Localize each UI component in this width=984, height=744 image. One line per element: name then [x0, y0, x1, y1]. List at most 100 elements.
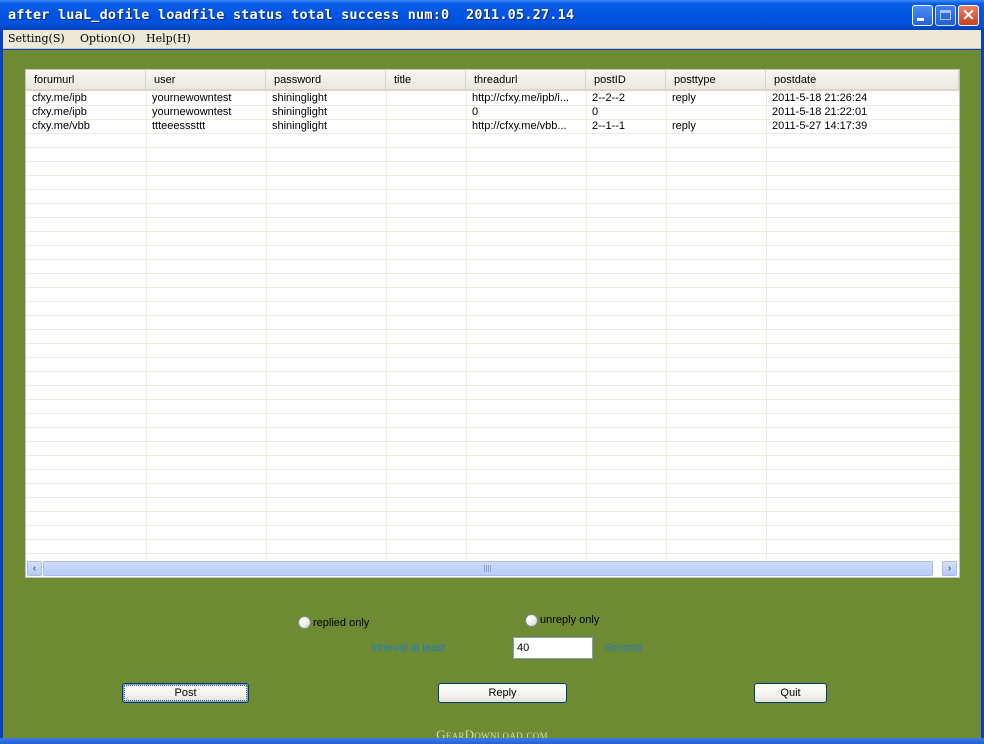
gridline	[26, 315, 959, 316]
maximize-icon	[940, 10, 951, 20]
cell-posttype	[666, 105, 766, 119]
gridline	[26, 469, 959, 470]
column-header-threadurl[interactable]: threadurl	[466, 70, 586, 89]
interval-input[interactable]	[513, 637, 593, 659]
gridline	[26, 343, 959, 344]
menu-bar: Setting(S) Option(O) Help(H)	[3, 30, 981, 49]
cell-user: yournewowntest	[152, 106, 232, 118]
cell-postdate: 2011-5-27 14:17:39	[772, 120, 868, 132]
replied-only-radio[interactable]	[298, 616, 311, 629]
maximize-button[interactable]	[935, 5, 956, 26]
gridline	[26, 189, 959, 190]
cell-postid: 2--1--1	[592, 120, 626, 132]
cell-threadurl: 0	[472, 106, 479, 118]
scrollbar-thumb[interactable]	[43, 561, 933, 576]
column-header-password[interactable]: password	[266, 70, 386, 89]
gridline	[26, 427, 959, 428]
gridline	[26, 525, 959, 526]
gridline	[26, 161, 959, 162]
cell-user: yournewowntest	[152, 92, 232, 104]
scroll-right-button[interactable]: ›	[942, 561, 957, 576]
menu-help[interactable]: Help(H)	[146, 32, 191, 45]
gridline	[766, 91, 767, 560]
table-body: cfxy.me/ipb yournewowntest shininglight htt…	[26, 91, 959, 560]
gridline	[26, 147, 959, 148]
scroll-left-button[interactable]: ‹	[27, 561, 42, 576]
replied-only-label[interactable]: replied only	[313, 617, 369, 629]
table-row[interactable]: cfxy.me/ipb yournewowntest shininglight 0 0 2…	[26, 105, 959, 119]
gridline	[26, 455, 959, 456]
cell-title	[386, 119, 466, 133]
gridline	[26, 371, 959, 372]
title-bar[interactable]: after luaL_dofile loadfile status total …	[0, 0, 984, 30]
cell-forumurl: cfxy.me/ipb	[32, 106, 87, 118]
gridline	[26, 413, 959, 414]
gridline	[26, 273, 959, 274]
post-button[interactable]: Post	[122, 683, 249, 703]
gridline	[266, 91, 267, 560]
column-header-postid[interactable]: postID	[586, 70, 666, 89]
interval-unit-label: Second	[604, 642, 642, 654]
gridline	[26, 483, 959, 484]
gridline	[26, 553, 959, 554]
gridline	[26, 259, 959, 260]
gridline	[26, 175, 959, 176]
cell-password: shininglight	[272, 106, 328, 118]
gridline	[466, 91, 467, 560]
unreply-only-label[interactable]: unreply only	[540, 614, 599, 626]
quit-button[interactable]: Quit	[754, 683, 827, 703]
gridline	[146, 91, 147, 560]
column-header-posttype[interactable]: posttype	[666, 70, 766, 89]
column-header-title[interactable]: title	[386, 70, 466, 89]
app-window: after luaL_dofile loadfile status total …	[0, 0, 984, 744]
gridline	[26, 217, 959, 218]
grip-icon	[484, 565, 491, 572]
gridline	[26, 539, 959, 540]
gridline	[26, 231, 959, 232]
cell-password: shininglight	[272, 92, 328, 104]
cell-posttype: reply	[672, 92, 696, 104]
table-row[interactable]: cfxy.me/ipb yournewowntest shininglight htt…	[26, 91, 959, 105]
column-header-forumurl[interactable]: forumurl	[26, 70, 146, 89]
posts-table[interactable]: forumurl user password title threadurl postID…	[25, 69, 960, 578]
cell-threadurl: http://cfxy.me/vbb...	[472, 120, 567, 132]
gridline	[586, 91, 587, 560]
taskbar-strip	[0, 738, 984, 744]
menu-option[interactable]: Option(O)	[80, 32, 135, 45]
horizontal-scrollbar[interactable]: ‹ ›	[26, 560, 959, 577]
gridline	[666, 91, 667, 560]
interval-label: Interval at least	[371, 642, 446, 654]
gridline	[26, 245, 959, 246]
gridline	[26, 385, 959, 386]
table-row[interactable]: cfxy.me/vbb ttteeesssttt shininglight http:…	[26, 119, 959, 133]
minimize-button[interactable]	[912, 5, 933, 26]
close-icon: ×	[961, 5, 976, 25]
gridline	[26, 133, 959, 134]
cell-posttype: reply	[672, 120, 696, 132]
gridline	[26, 203, 959, 204]
unreply-only-radio[interactable]	[525, 614, 538, 627]
close-button[interactable]: ×	[958, 5, 979, 26]
chevron-left-icon: ‹	[32, 563, 37, 574]
minimize-icon	[917, 18, 924, 21]
gridline	[26, 301, 959, 302]
cell-threadurl: http://cfxy.me/ipb/i...	[472, 92, 569, 104]
gridline	[26, 287, 959, 288]
gridline	[386, 91, 387, 560]
gridline	[26, 399, 959, 400]
cell-postid: 2--2--2	[592, 92, 626, 104]
reply-button[interactable]: Reply	[438, 683, 567, 703]
table-header: forumurl user password title threadurl postID…	[26, 70, 959, 91]
gridline	[26, 497, 959, 498]
cell-forumurl: cfxy.me/ipb	[32, 92, 87, 104]
window-title: after luaL_dofile loadfile status total …	[8, 7, 575, 23]
column-header-postdate[interactable]: postdate	[766, 70, 959, 89]
gridline	[26, 441, 959, 442]
cell-postdate: 2011-5-18 21:22:01	[772, 106, 868, 118]
gridline	[26, 357, 959, 358]
gridline	[26, 329, 959, 330]
cell-title	[386, 105, 466, 119]
cell-user: ttteeesssttt	[152, 120, 206, 132]
column-header-user[interactable]: user	[146, 70, 266, 89]
menu-setting[interactable]: Setting(S)	[8, 32, 65, 45]
